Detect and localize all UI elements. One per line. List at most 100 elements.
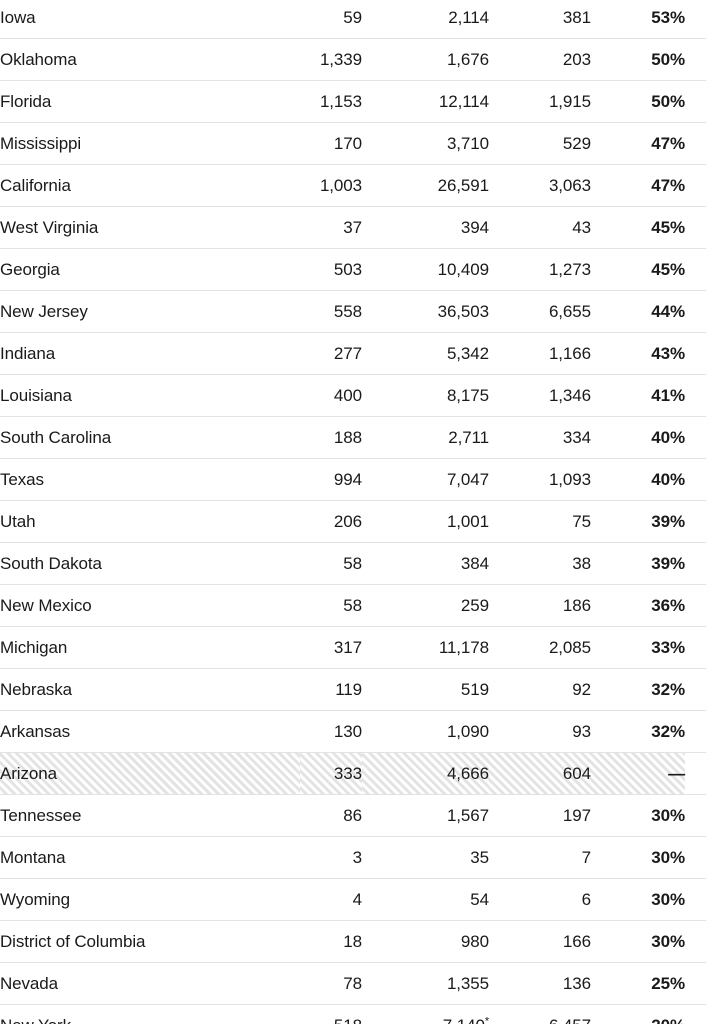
cell-percent: 43% — [591, 332, 685, 375]
table-row[interactable]: South Dakota 58 384 38 39% — [0, 542, 706, 585]
cell-col3: 166 — [489, 920, 591, 963]
row-right-gutter — [685, 1004, 706, 1024]
table-row[interactable]: West Virginia 37 394 43 45% — [0, 206, 706, 249]
table-row[interactable]: Indiana 277 5,342 1,166 43% — [0, 332, 706, 375]
cell-col1: 277 — [300, 332, 362, 375]
cell-state-name: Arkansas — [0, 710, 300, 753]
cell-col2: 35 — [362, 836, 489, 879]
cell-col2: 394 — [362, 206, 489, 249]
cell-col2: 12,114 — [362, 80, 489, 123]
row-right-gutter — [685, 752, 706, 795]
cell-percent: 40% — [591, 416, 685, 459]
cell-state-name: Nebraska — [0, 668, 300, 711]
table-row[interactable]: Arizona 333 4,666 604 — — [0, 752, 706, 795]
cell-state-name: Mississippi — [0, 122, 300, 165]
cell-col3: 203 — [489, 38, 591, 81]
cell-percent: 30% — [591, 878, 685, 921]
cell-col3: 186 — [489, 584, 591, 627]
cell-state-name: Utah — [0, 500, 300, 543]
cell-col2: 11,178 — [362, 626, 489, 669]
cell-col1: 59 — [300, 0, 362, 39]
table-row[interactable]: Iowa 59 2,114 381 53% — [0, 0, 706, 39]
table-row[interactable]: New Jersey 558 36,503 6,655 44% — [0, 290, 706, 333]
row-right-gutter — [685, 584, 706, 627]
row-right-gutter — [685, 710, 706, 753]
cell-col2: 1,567 — [362, 794, 489, 837]
table-row[interactable]: South Carolina 188 2,711 334 40% — [0, 416, 706, 459]
cell-state-name: Iowa — [0, 0, 300, 39]
cell-col1: 58 — [300, 542, 362, 585]
cell-col1: 58 — [300, 584, 362, 627]
cell-state-name: West Virginia — [0, 206, 300, 249]
table-row[interactable]: Nebraska 119 519 92 32% — [0, 668, 706, 711]
cell-col2: 2,711 — [362, 416, 489, 459]
table-row[interactable]: Tennessee 86 1,567 197 30% — [0, 794, 706, 837]
cell-col3: 604 — [489, 752, 591, 795]
cell-percent: 33% — [591, 626, 685, 669]
row-right-gutter — [685, 920, 706, 963]
cell-col2: 1,090 — [362, 710, 489, 753]
row-right-gutter — [685, 332, 706, 375]
cell-percent: 32% — [591, 668, 685, 711]
table-row[interactable]: District of Columbia 18 980 166 30% — [0, 920, 706, 963]
cell-state-name: Louisiana — [0, 374, 300, 417]
cell-state-name: Florida — [0, 80, 300, 123]
table-row[interactable]: Georgia 503 10,409 1,273 45% — [0, 248, 706, 291]
cell-col3: 1,915 — [489, 80, 591, 123]
cell-col3: 529 — [489, 122, 591, 165]
table-row[interactable]: Texas 994 7,047 1,093 40% — [0, 458, 706, 501]
table-row[interactable]: Wyoming 4 54 6 30% — [0, 878, 706, 921]
cell-state-name: Oklahoma — [0, 38, 300, 81]
cell-percent: 47% — [591, 122, 685, 165]
cell-col3: 1,273 — [489, 248, 591, 291]
cell-state-name: Tennessee — [0, 794, 300, 837]
cell-col1: 4 — [300, 878, 362, 921]
table-row[interactable]: New York5187,140*6,45720% — [0, 1004, 706, 1024]
cell-percent: 30% — [591, 836, 685, 879]
cell-col1: 518 — [300, 1004, 362, 1024]
table-body: Iowa 59 2,114 381 53% Oklahoma 1,339 1,676 203 50… — [0, 0, 706, 1024]
table-row[interactable]: Mississippi 170 3,710 529 47% — [0, 122, 706, 165]
table-row[interactable]: California 1,003 26,591 3,063 47% — [0, 164, 706, 207]
cell-col3: 75 — [489, 500, 591, 543]
cell-col3: 3,063 — [489, 164, 591, 207]
cell-state-name: Arizona — [0, 752, 300, 795]
cell-col3: 43 — [489, 206, 591, 249]
cell-percent: 20% — [591, 1004, 685, 1024]
cell-state-name: New Mexico — [0, 584, 300, 627]
table-row[interactable]: Oklahoma 1,339 1,676 203 50% — [0, 38, 706, 81]
table-row[interactable]: Michigan 317 11,178 2,085 33% — [0, 626, 706, 669]
table-row[interactable]: Louisiana 400 8,175 1,346 41% — [0, 374, 706, 417]
row-right-gutter — [685, 668, 706, 711]
row-right-gutter — [685, 374, 706, 417]
row-right-gutter — [685, 80, 706, 123]
cell-percent: 44% — [591, 290, 685, 333]
table-row[interactable]: Arkansas 130 1,090 93 32% — [0, 710, 706, 753]
table-row[interactable]: Nevada 78 1,355 136 25% — [0, 962, 706, 1005]
cell-percent: 53% — [591, 0, 685, 39]
cell-percent: 25% — [591, 962, 685, 1005]
table-row[interactable]: Montana 3 35 7 30% — [0, 836, 706, 879]
row-right-gutter — [685, 458, 706, 501]
cell-state-name: Wyoming — [0, 878, 300, 921]
cell-state-name: California — [0, 164, 300, 207]
cell-col2: 26,591 — [362, 164, 489, 207]
cell-state-name: Georgia — [0, 248, 300, 291]
cell-percent: 30% — [591, 794, 685, 837]
cell-col2: 10,409 — [362, 248, 489, 291]
cell-col2: 980 — [362, 920, 489, 963]
cell-state-name: Michigan — [0, 626, 300, 669]
cell-col1: 333 — [300, 752, 362, 795]
row-right-gutter — [685, 962, 706, 1005]
cell-col1: 1,003 — [300, 164, 362, 207]
cell-col1: 170 — [300, 122, 362, 165]
table-row[interactable]: New Mexico 58 259 186 36% — [0, 584, 706, 627]
cell-col1: 18 — [300, 920, 362, 963]
cell-col2: 8,175 — [362, 374, 489, 417]
footnote-marker: * — [484, 1014, 489, 1024]
row-right-gutter — [685, 836, 706, 879]
cell-percent: 50% — [591, 38, 685, 81]
cell-col1: 1,153 — [300, 80, 362, 123]
table-row[interactable]: Florida 1,153 12,114 1,915 50% — [0, 80, 706, 123]
table-row[interactable]: Utah 206 1,001 75 39% — [0, 500, 706, 543]
